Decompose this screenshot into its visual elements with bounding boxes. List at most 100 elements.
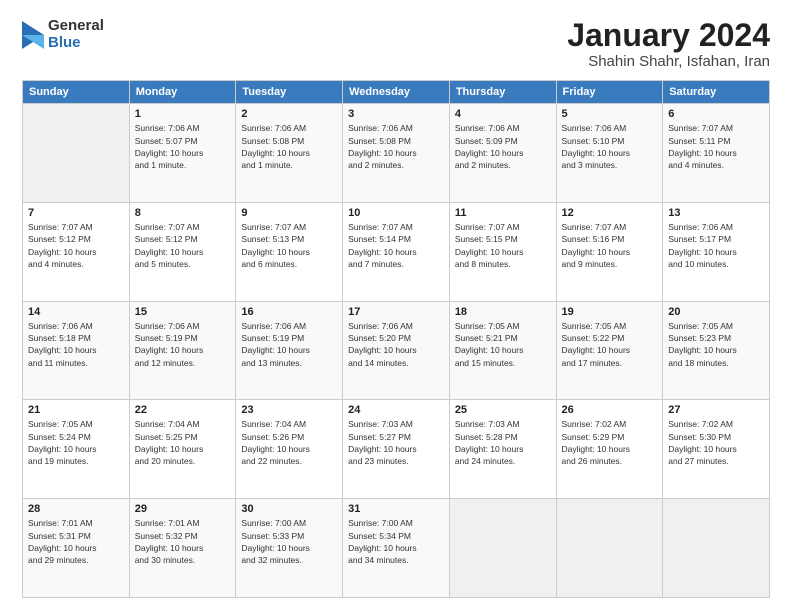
day-number: 16 [241, 306, 337, 318]
day-number: 20 [668, 306, 764, 318]
day-info: Sunrise: 7:06 AMSunset: 5:19 PMDaylight:… [135, 320, 231, 369]
header-cell-monday: Monday [129, 81, 236, 104]
day-number: 5 [562, 108, 658, 120]
day-number: 8 [135, 207, 231, 219]
day-number: 14 [28, 306, 124, 318]
day-info: Sunrise: 7:07 AMSunset: 5:16 PMDaylight:… [562, 221, 658, 270]
day-number: 9 [241, 207, 337, 219]
day-info: Sunrise: 7:07 AMSunset: 5:11 PMDaylight:… [668, 122, 764, 171]
day-cell: 28 Sunrise: 7:01 AMSunset: 5:31 PMDayligh… [23, 499, 130, 598]
day-number: 22 [135, 404, 231, 416]
day-info: Sunrise: 7:02 AMSunset: 5:29 PMDaylight:… [562, 418, 658, 467]
week-row-5: 28 Sunrise: 7:01 AMSunset: 5:31 PMDayligh… [23, 499, 770, 598]
day-cell: 1 Sunrise: 7:06 AMSunset: 5:07 PMDaylight… [129, 104, 236, 203]
day-number: 6 [668, 108, 764, 120]
day-cell: 27 Sunrise: 7:02 AMSunset: 5:30 PMDayligh… [663, 400, 770, 499]
day-cell: 24Sunrise: 7:03 AMSunset: 5:27 PMDayligh… [343, 400, 450, 499]
day-number: 29 [135, 503, 231, 515]
day-number: 24 [348, 404, 444, 416]
day-number: 19 [562, 306, 658, 318]
day-info: Sunrise: 7:06 AMSunset: 5:08 PMDaylight:… [348, 122, 444, 171]
header-cell-thursday: Thursday [449, 81, 556, 104]
logo: General Blue [22, 18, 104, 51]
day-number: 13 [668, 207, 764, 219]
day-info: Sunrise: 7:05 AMSunset: 5:21 PMDaylight:… [455, 320, 551, 369]
day-cell: 10 Sunrise: 7:07 AMSunset: 5:14 PMDayligh… [343, 202, 450, 301]
day-cell: 4 Sunrise: 7:06 AMSunset: 5:09 PMDaylight… [449, 104, 556, 203]
day-cell: 25Sunrise: 7:03 AMSunset: 5:28 PMDayligh… [449, 400, 556, 499]
day-cell: 16 Sunrise: 7:06 AMSunset: 5:19 PMDayligh… [236, 301, 343, 400]
logo-icon [22, 21, 44, 49]
day-number: 18 [455, 306, 551, 318]
calendar-body: 1 Sunrise: 7:06 AMSunset: 5:07 PMDaylight… [23, 104, 770, 598]
title-block: January 2024 Shahin Shahr, Isfahan, Iran [567, 18, 770, 70]
page: General Blue January 2024 Shahin Shahr, … [0, 0, 792, 612]
day-info: Sunrise: 7:05 AMSunset: 5:24 PMDaylight:… [28, 418, 124, 467]
day-number: 7 [28, 207, 124, 219]
day-cell: 6 Sunrise: 7:07 AMSunset: 5:11 PMDaylight… [663, 104, 770, 203]
day-info: Sunrise: 7:06 AMSunset: 5:07 PMDaylight:… [135, 122, 231, 171]
logo-general-text: General [48, 18, 104, 35]
day-cell: 8Sunrise: 7:07 AMSunset: 5:12 PMDaylight… [129, 202, 236, 301]
day-info: Sunrise: 7:01 AMSunset: 5:31 PMDaylight:… [28, 517, 124, 566]
day-cell: 14 Sunrise: 7:06 AMSunset: 5:18 PMDayligh… [23, 301, 130, 400]
day-info: Sunrise: 7:07 AMSunset: 5:13 PMDaylight:… [241, 221, 337, 270]
logo-text: General Blue [48, 18, 104, 51]
header-cell-friday: Friday [556, 81, 663, 104]
header-cell-saturday: Saturday [663, 81, 770, 104]
header-row: SundayMondayTuesdayWednesdayThursdayFrid… [23, 81, 770, 104]
day-number: 11 [455, 207, 551, 219]
day-cell: 11 Sunrise: 7:07 AMSunset: 5:15 PMDayligh… [449, 202, 556, 301]
day-info: Sunrise: 7:06 AMSunset: 5:10 PMDaylight:… [562, 122, 658, 171]
week-row-4: 21 Sunrise: 7:05 AMSunset: 5:24 PMDayligh… [23, 400, 770, 499]
day-cell: 12Sunrise: 7:07 AMSunset: 5:16 PMDayligh… [556, 202, 663, 301]
day-number: 31 [348, 503, 444, 515]
day-info: Sunrise: 7:06 AMSunset: 5:08 PMDaylight:… [241, 122, 337, 171]
day-cell [23, 104, 130, 203]
week-row-2: 7 Sunrise: 7:07 AMSunset: 5:12 PMDaylight… [23, 202, 770, 301]
calendar-title: January 2024 [567, 18, 770, 53]
day-number: 27 [668, 404, 764, 416]
day-number: 10 [348, 207, 444, 219]
day-cell: 2Sunrise: 7:06 AMSunset: 5:08 PMDaylight… [236, 104, 343, 203]
day-cell: 26Sunrise: 7:02 AMSunset: 5:29 PMDayligh… [556, 400, 663, 499]
day-info: Sunrise: 7:00 AMSunset: 5:33 PMDaylight:… [241, 517, 337, 566]
header-cell-sunday: Sunday [23, 81, 130, 104]
day-info: Sunrise: 7:06 AMSunset: 5:18 PMDaylight:… [28, 320, 124, 369]
day-number: 15 [135, 306, 231, 318]
day-info: Sunrise: 7:05 AMSunset: 5:23 PMDaylight:… [668, 320, 764, 369]
header-cell-wednesday: Wednesday [343, 81, 450, 104]
header: General Blue January 2024 Shahin Shahr, … [22, 18, 770, 70]
day-cell: 21 Sunrise: 7:05 AMSunset: 5:24 PMDayligh… [23, 400, 130, 499]
day-cell: 19Sunrise: 7:05 AMSunset: 5:22 PMDayligh… [556, 301, 663, 400]
day-info: Sunrise: 7:06 AMSunset: 5:09 PMDaylight:… [455, 122, 551, 171]
day-info: Sunrise: 7:02 AMSunset: 5:30 PMDaylight:… [668, 418, 764, 467]
day-info: Sunrise: 7:04 AMSunset: 5:26 PMDaylight:… [241, 418, 337, 467]
day-number: 3 [348, 108, 444, 120]
day-cell: 30Sunrise: 7:00 AMSunset: 5:33 PMDayligh… [236, 499, 343, 598]
day-info: Sunrise: 7:00 AMSunset: 5:34 PMDaylight:… [348, 517, 444, 566]
day-info: Sunrise: 7:04 AMSunset: 5:25 PMDaylight:… [135, 418, 231, 467]
day-cell: 7 Sunrise: 7:07 AMSunset: 5:12 PMDaylight… [23, 202, 130, 301]
calendar-subtitle: Shahin Shahr, Isfahan, Iran [567, 53, 770, 70]
day-cell: 5 Sunrise: 7:06 AMSunset: 5:10 PMDaylight… [556, 104, 663, 203]
day-info: Sunrise: 7:07 AMSunset: 5:12 PMDaylight:… [28, 221, 124, 270]
day-number: 21 [28, 404, 124, 416]
day-number: 25 [455, 404, 551, 416]
day-cell [449, 499, 556, 598]
calendar-table: SundayMondayTuesdayWednesdayThursdayFrid… [22, 80, 770, 598]
day-info: Sunrise: 7:06 AMSunset: 5:19 PMDaylight:… [241, 320, 337, 369]
day-number: 4 [455, 108, 551, 120]
day-cell: 17Sunrise: 7:06 AMSunset: 5:20 PMDayligh… [343, 301, 450, 400]
day-cell [663, 499, 770, 598]
calendar-header: SundayMondayTuesdayWednesdayThursdayFrid… [23, 81, 770, 104]
day-number: 28 [28, 503, 124, 515]
day-info: Sunrise: 7:07 AMSunset: 5:15 PMDaylight:… [455, 221, 551, 270]
day-info: Sunrise: 7:07 AMSunset: 5:14 PMDaylight:… [348, 221, 444, 270]
day-number: 17 [348, 306, 444, 318]
day-cell: 18 Sunrise: 7:05 AMSunset: 5:21 PMDayligh… [449, 301, 556, 400]
header-cell-tuesday: Tuesday [236, 81, 343, 104]
day-cell: 23Sunrise: 7:04 AMSunset: 5:26 PMDayligh… [236, 400, 343, 499]
day-number: 1 [135, 108, 231, 120]
day-cell [556, 499, 663, 598]
